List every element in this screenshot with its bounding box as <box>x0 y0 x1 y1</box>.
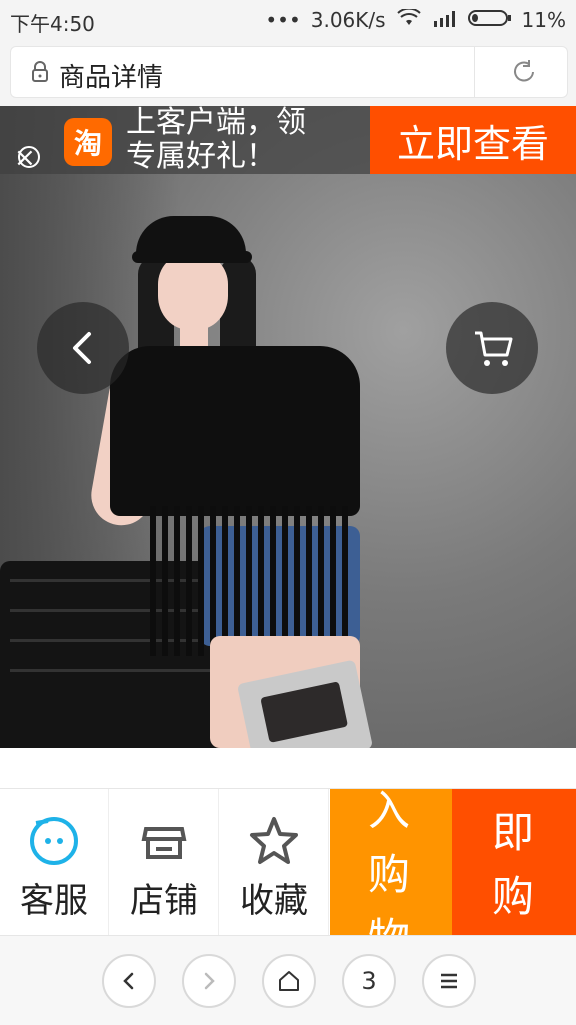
battery-icon <box>467 8 512 32</box>
cart-button[interactable] <box>446 302 538 394</box>
chevron-left-icon <box>123 972 134 990</box>
url-box[interactable]: 商品详情 <box>10 46 568 98</box>
nav-menu-button[interactable] <box>422 954 476 1008</box>
page-title: 商品详情 <box>59 63 164 93</box>
customer-service-label: 客服 <box>20 881 88 921</box>
browser-address-bar: 商品详情 <box>0 40 576 106</box>
home-icon <box>279 971 299 991</box>
add-to-cart-label: 入购物 <box>368 789 411 935</box>
buy-now-button[interactable]: 即购 <box>452 789 576 935</box>
customer-service-tab[interactable]: 客服 <box>0 789 109 935</box>
reload-icon[interactable] <box>511 59 537 85</box>
app-download-banner[interactable]: × 淘 上客户端，领 专属好礼！ 立即查看 <box>0 106 576 174</box>
signal-icon <box>432 8 458 32</box>
status-right: ••• 3.06K/s 11% <box>265 7 566 32</box>
taobao-app-icon: 淘 <box>64 118 112 166</box>
star-icon <box>246 813 302 869</box>
nav-tabs-button[interactable]: 3 <box>342 954 396 1008</box>
close-icon[interactable]: × <box>14 144 42 172</box>
promo-line1: 上客户端，领 <box>126 106 306 140</box>
back-button[interactable] <box>37 302 129 394</box>
lock-icon <box>31 61 49 83</box>
status-time: 下午4:50 <box>10 12 95 36</box>
browser-nav-bar: 3 <box>0 935 576 1025</box>
menu-icon <box>441 973 457 989</box>
wifi-icon <box>396 7 422 32</box>
product-image-carousel[interactable]: 加 立 <box>0 106 576 748</box>
model-top <box>110 346 360 516</box>
add-to-cart-button[interactable]: 入购物 <box>330 789 452 935</box>
model-face <box>158 254 228 330</box>
buy-now-label: 即购 <box>492 808 535 921</box>
model-cap-brim <box>132 251 252 263</box>
product-action-bar: 客服 店铺 收藏 入购物 即购 <box>0 788 576 935</box>
chat-bubble-icon <box>26 813 82 869</box>
view-now-button[interactable]: 立即查看 <box>370 106 576 174</box>
model-fringe <box>150 506 350 656</box>
nav-back-button[interactable] <box>102 954 156 1008</box>
status-bar: 下午4:50 ••• 3.06K/s 11% <box>0 0 576 40</box>
promo-text: 上客户端，领 专属好礼！ <box>126 106 376 174</box>
nav-home-button[interactable] <box>262 954 316 1008</box>
store-icon <box>136 813 192 869</box>
favorite-tab[interactable]: 收藏 <box>220 789 329 935</box>
shop-label: 店铺 <box>130 881 198 921</box>
network-speed: 3.06K/s <box>310 8 386 32</box>
shop-tab[interactable]: 店铺 <box>110 789 219 935</box>
tabs-count: 3 <box>361 967 377 995</box>
battery-percent: 11% <box>521 8 566 32</box>
dots-icon: ••• <box>265 8 301 32</box>
promo-line2: 专属好礼！ <box>126 139 276 174</box>
favorite-label: 收藏 <box>240 881 308 921</box>
url-separator <box>474 47 475 97</box>
nav-forward-button[interactable] <box>182 954 236 1008</box>
chevron-right-icon <box>204 972 215 990</box>
